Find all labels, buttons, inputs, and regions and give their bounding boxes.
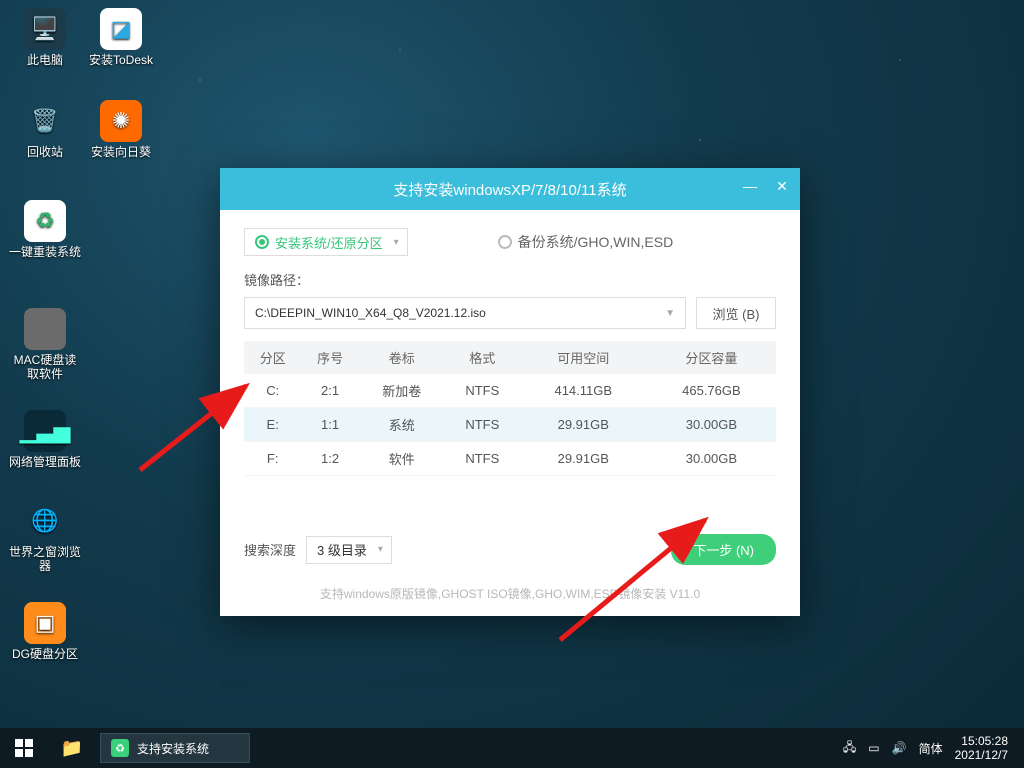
- minimize-button[interactable]: —: [740, 176, 760, 196]
- installer-task-icon: ♻: [111, 739, 129, 757]
- partition-table: 分区 序号 卷标 格式 可用空间 分区容量 C: 2:1 新加卷 NTFS 41…: [244, 341, 776, 476]
- taskbar-task-installer[interactable]: ♻ 支持安装系统: [100, 733, 250, 763]
- col-number: 序号: [301, 341, 358, 374]
- start-button[interactable]: [0, 728, 48, 768]
- search-depth-label: 搜索深度: [244, 540, 296, 559]
- windows-logo-icon: [15, 739, 33, 757]
- col-total: 分区容量: [647, 341, 776, 374]
- window-title: 支持安装windowsXP/7/8/10/11系统: [393, 179, 626, 200]
- browse-button[interactable]: 浏览 (B): [696, 297, 776, 329]
- image-path-label: 镜像路径：: [244, 270, 776, 289]
- clock-time: 15:05:28: [955, 734, 1008, 748]
- desktop-icon-install-todesk[interactable]: ◪安装ToDesk: [84, 8, 158, 67]
- ime-indicator[interactable]: 简体: [919, 740, 943, 757]
- taskbar-clock[interactable]: 15:05:28 2021/12/7: [955, 734, 1014, 762]
- taskbar: 📁 ♻ 支持安装系统 🖧 ▭ 🔊 简体 15:05:28 2021/12/7: [0, 728, 1024, 768]
- radio-backup[interactable]: 备份系统/GHO,WIN,ESD: [498, 232, 674, 252]
- desktop-icon-dg-partition[interactable]: ▣DG硬盘分区: [8, 602, 82, 661]
- folder-icon: 📁: [61, 738, 83, 759]
- desktop-icon-theworld-browser[interactable]: 🌐世界之窗浏览 器: [8, 500, 82, 573]
- image-path-combo[interactable]: C:\DEEPIN_WIN10_X64_Q8_V2021.12.iso ▼: [244, 297, 686, 329]
- network-icon[interactable]: 🖧: [843, 738, 856, 759]
- desktop-icon-onekey-reinstall[interactable]: ♻一键重装系统: [8, 200, 82, 259]
- volume-icon[interactable]: 🔊: [892, 741, 907, 755]
- close-button[interactable]: ✕: [772, 176, 792, 196]
- desktop-icon-recycle-bin[interactable]: 🗑️回收站: [8, 100, 82, 159]
- col-free: 可用空间: [520, 341, 647, 374]
- desktop-icon-mac-disk-reader[interactable]: MAC硬盘读 取软件: [8, 308, 82, 381]
- col-drive: 分区: [244, 341, 301, 374]
- search-depth-select[interactable]: 3 级目录: [306, 536, 392, 564]
- action-center-icon[interactable]: ▭: [868, 741, 879, 755]
- desktop-icon-install-sunflower[interactable]: ✺安装向日葵: [84, 100, 158, 159]
- system-tray: 🖧 ▭ 🔊 简体 15:05:28 2021/12/7: [833, 734, 1024, 762]
- radio-dot-icon: [498, 235, 512, 249]
- radio-install-restore[interactable]: 安装系统/还原分区: [244, 228, 408, 256]
- next-button[interactable]: 下一步 (N): [671, 534, 776, 565]
- desktop-icon-network-panel[interactable]: ▁▃▅网络管理面板: [8, 410, 82, 469]
- table-row[interactable]: F: 1:2 软件 NTFS 29.91GB 30.00GB: [244, 442, 776, 476]
- radio-backup-label: 备份系统/GHO,WIN,ESD: [518, 232, 674, 252]
- chevron-down-icon: ▼: [665, 308, 675, 319]
- search-depth-value: 3 级目录: [317, 540, 367, 559]
- image-path-value: C:\DEEPIN_WIN10_X64_Q8_V2021.12.iso: [255, 306, 486, 320]
- taskbar-task-label: 支持安装系统: [137, 740, 209, 757]
- radio-install-label: 安装系统/还原分区: [275, 233, 383, 252]
- installer-window: 支持安装windowsXP/7/8/10/11系统 — ✕ 安装系统/还原分区 …: [220, 168, 800, 616]
- table-row[interactable]: E: 1:1 系统 NTFS 29.91GB 30.00GB: [244, 408, 776, 442]
- desktop-icon-this-pc[interactable]: 🖥️此电脑: [8, 8, 82, 67]
- table-row[interactable]: C: 2:1 新加卷 NTFS 414.11GB 465.76GB: [244, 374, 776, 408]
- clock-date: 2021/12/7: [955, 748, 1008, 762]
- window-titlebar[interactable]: 支持安装windowsXP/7/8/10/11系统 — ✕: [220, 168, 800, 210]
- support-hint: 支持windows原版镜像,GHOST ISO镜像,GHO,WIM,ESD镜像安…: [244, 585, 776, 602]
- radio-dot-icon: [255, 235, 269, 249]
- col-format: 格式: [445, 341, 520, 374]
- col-label: 卷标: [359, 341, 445, 374]
- file-explorer-button[interactable]: 📁: [48, 728, 96, 768]
